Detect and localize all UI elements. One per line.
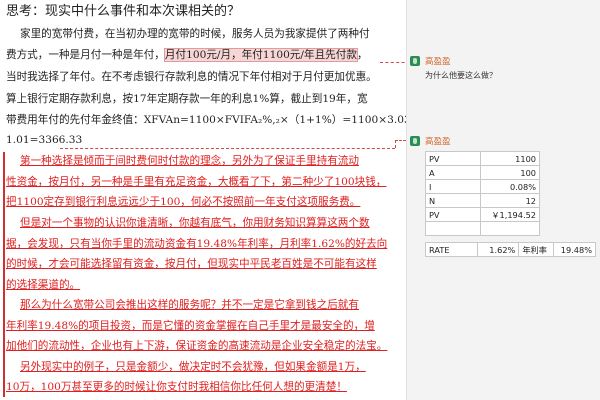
- rate-table: RATE 1.62% 年利率 19.48%: [425, 242, 597, 257]
- table-row: RATE 1.62% 年利率 19.48%: [425, 242, 597, 257]
- table-row: PV ￥1,194.52: [425, 207, 540, 222]
- paragraph-line: 当时我选择了年付。在不考虑银行存款利息的情况下年付相对于月付更加优惠。: [6, 71, 377, 83]
- user-avatar-icon: [410, 136, 420, 146]
- comment-author: 高盈盈: [425, 57, 451, 67]
- comment-table: PV 1100 A 100 I 0.08% N 12 PV ￥1,194.52: [425, 151, 540, 236]
- red-text-line: 的时候，才会可能选择留有资金，按月付，但现实中平民老百姓是不可能有这样: [6, 258, 377, 270]
- paragraph-line: 算上银行定期存款利息，按17年定期存款一年的利息1%算，截止到19年，宽: [6, 93, 368, 105]
- table-row: [425, 221, 540, 236]
- red-text-line: 那么为什么宽带公司会推出这样的服务呢？并不一定是它拿到钱之后就有: [20, 299, 359, 311]
- red-text-line: 10万，100万甚至更多的时候让你支付时我相信你比任何人想的更清楚！: [6, 381, 347, 393]
- table-row: N 12: [425, 193, 540, 208]
- comment-author: 高盈盈: [425, 137, 451, 147]
- red-text-line: 的选择渠道的。: [6, 279, 81, 291]
- comment-anchor-line: [395, 140, 396, 148]
- document-page[interactable]: 思考：现实中什么事件和本次课相关的？ 家里的宽带付费，在当初办理的宽带的时候，服…: [0, 0, 427, 400]
- red-text-line: 另外现实中的例子，只是金额少，做决定时不会犹豫，但如果金额是1万，: [20, 361, 366, 373]
- table-row: A 100: [425, 165, 540, 180]
- paragraph-line: 带费用年付的先付年金终值：XFVAn=1100×FVIFA₂%,₂×（1+1%）…: [6, 114, 427, 126]
- red-text-line: 但是对一个事物的认识你谁清晰，你越有底气，你用财务知识算算这两个数: [20, 217, 370, 229]
- red-text-line: 把1100定存到银行利息远远少于100，何必不按照前一年支付这项服务费。: [6, 196, 361, 208]
- red-text-line: 年利率19.48%的项目投资，而是它懂的资金掌握在自己手里才是最安全的，增: [6, 320, 375, 332]
- red-text-line: 第一种选择是倾而于间时费何时付款的理念，另外为了保证手里持有流动: [20, 155, 359, 167]
- change-bar: [3, 152, 5, 397]
- paragraph-line: 费方式，一种是月付一种是年付，月付100元/月，年付1100元/年且先付款，: [6, 48, 368, 62]
- highlighted-text[interactable]: 月付100元/月，年付1100元/年且先付款: [163, 48, 358, 62]
- red-text-line: 性资金，按月付，另一种是手里有充足资金，大概看了下，第二种少了100块钱，: [6, 176, 387, 188]
- red-text-line: 据，会发现，只有当你手里的流动资金有19.48%年利率，月利率1.62%的好去向: [6, 238, 388, 250]
- table-row: I 0.08%: [425, 179, 540, 194]
- comment-card[interactable]: 高盈盈 PV 1100 A 100 I 0.08% N 12 PV ￥1,194.52 R…: [410, 135, 597, 257]
- table-row: PV 1100: [425, 151, 540, 166]
- comment-text: 为什么他要这么做？: [425, 71, 497, 80]
- user-avatar-icon: [410, 56, 420, 66]
- comment-anchor-line: [60, 148, 395, 149]
- paragraph-line: 家里的宽带付费，在当初办理的宽带的时候，服务人员为我家提供了两种付: [20, 28, 370, 40]
- red-text-line: 加他们的流动性，企业也有上下游，保证资金的高速流动是企业安全稳定的法宝。: [6, 340, 388, 352]
- question-title: 思考：现实中什么事件和本次课相关的？: [6, 4, 241, 19]
- comment-card[interactable]: 高盈盈 为什么他要这么做？: [410, 55, 596, 81]
